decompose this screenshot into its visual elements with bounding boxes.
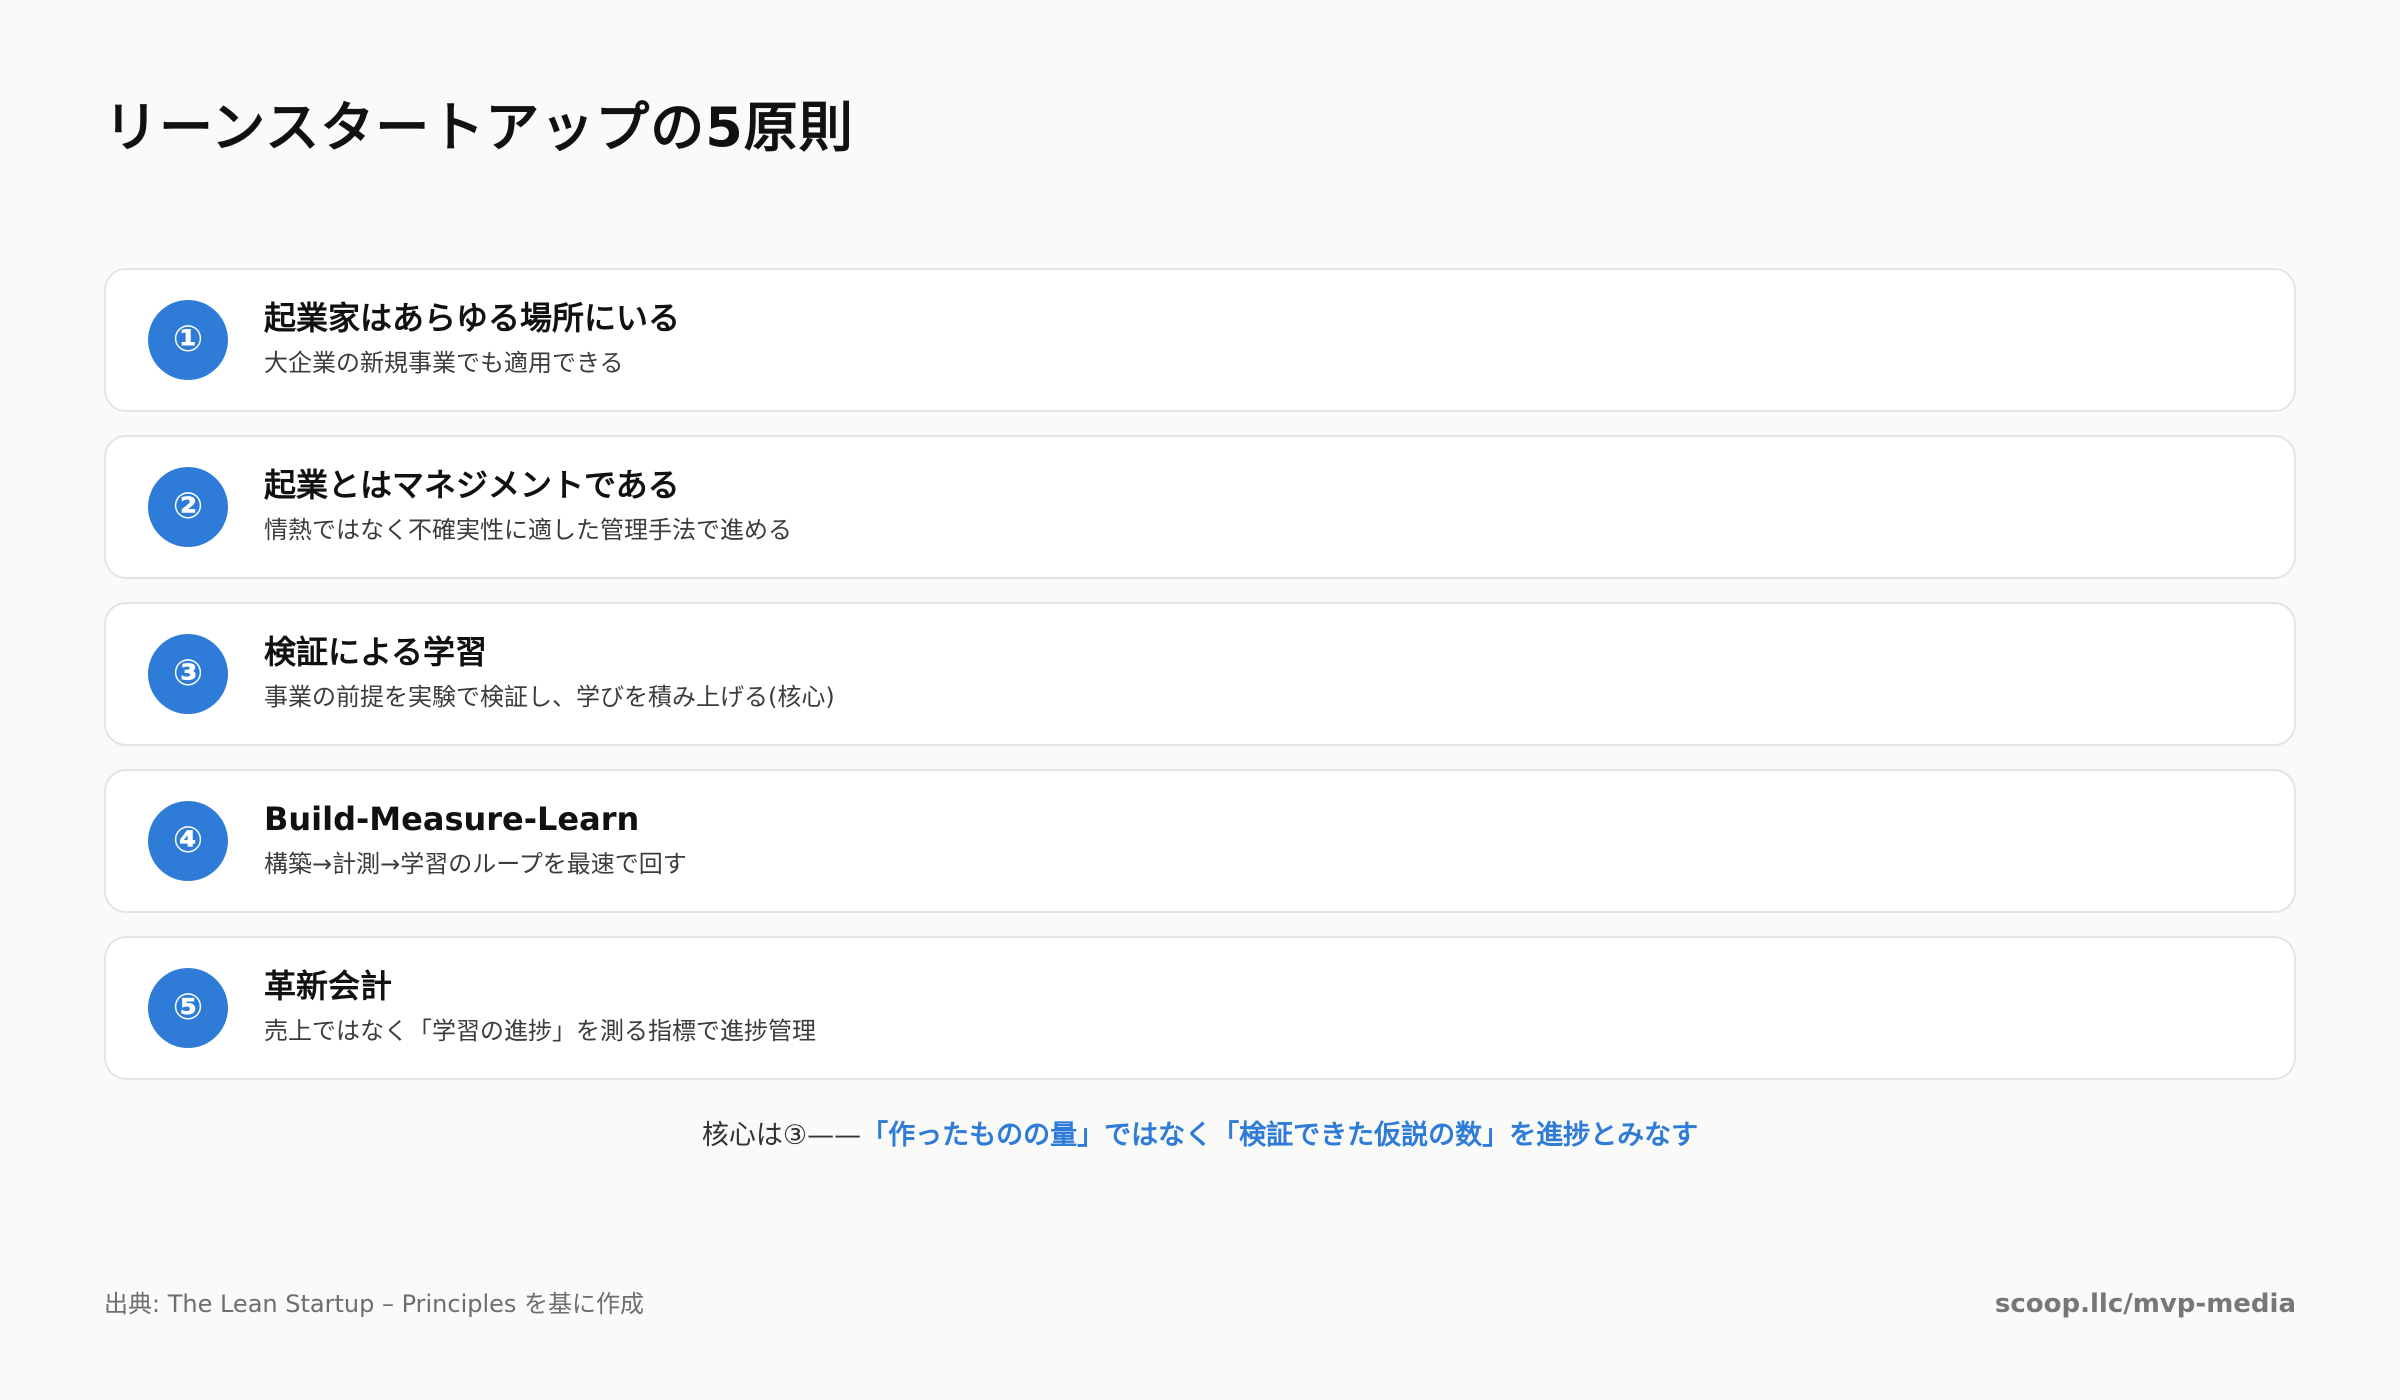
principle-number-badge: ④ — [148, 801, 228, 881]
principle-title: 検証による学習 — [264, 633, 488, 671]
principle-title: 起業家はあらゆる場所にいる — [264, 299, 681, 337]
summary-emphasis: 「作ったものの量」ではなく「検証できた仮説の数」を進捗とみなす — [861, 1120, 1699, 1151]
principle-number-badge: ① — [148, 300, 228, 380]
principle-card-1: ① 起業家はあらゆる場所にいる 大企業の新規事業でも適用できる — [104, 268, 2296, 412]
principle-card-2: ② 起業とはマネジメントである 情熱ではなく不確実性に適した管理手法で進める — [104, 435, 2296, 579]
principle-text: Build-Measure-Learn 構築→計測→学習のループを最速で回す — [264, 797, 2254, 883]
principle-description: 構築→計測→学習のループを最速で回す — [264, 850, 687, 878]
summary-note: 核心は③——「作ったものの量」ではなく「検証できた仮説の数」を進捗とみなす — [0, 1116, 2400, 1156]
principle-description: 売上ではなく「学習の進捗」を測る指標で進捗管理 — [264, 1017, 816, 1045]
principle-card-5: ⑤ 革新会計 売上ではなく「学習の進捗」を測る指標で進捗管理 — [104, 936, 2296, 1080]
source-citation: 出典: The Lean Startup – Principles を基に作成 — [104, 1290, 645, 1318]
principle-number-badge: ⑤ — [148, 968, 228, 1048]
summary-prefix: 核心は③—— — [701, 1120, 862, 1151]
footer-url: scoop.llc/mvp-media — [1994, 1289, 2296, 1319]
principle-title: Build-Measure-Learn — [264, 800, 640, 838]
principle-description: 情熱ではなく不確実性に適した管理手法で進める — [264, 516, 792, 544]
principle-text: 革新会計 売上ではなく「学習の進捗」を測る指標で進捗管理 — [264, 964, 2254, 1050]
page-title: リーンスタートアップの5原則 — [104, 96, 854, 159]
principle-text: 起業とはマネジメントである 情熱ではなく不確実性に適した管理手法で進める — [264, 463, 2254, 549]
principle-text: 検証による学習 事業の前提を実験で検証し、学びを積み上げる(核心) — [264, 630, 2254, 716]
principle-card-3: ③ 検証による学習 事業の前提を実験で検証し、学びを積み上げる(核心) — [104, 602, 2296, 746]
principle-number-badge: ③ — [148, 634, 228, 714]
principle-description: 事業の前提を実験で検証し、学びを積み上げる(核心) — [264, 683, 835, 711]
principles-list: ① 起業家はあらゆる場所にいる 大企業の新規事業でも適用できる ② 起業とはマネ… — [104, 268, 2296, 1103]
principle-description: 大企業の新規事業でも適用できる — [264, 349, 624, 377]
principle-text: 起業家はあらゆる場所にいる 大企業の新規事業でも適用できる — [264, 296, 2254, 382]
principle-title: 起業とはマネジメントである — [264, 466, 680, 504]
principle-number-badge: ② — [148, 467, 228, 547]
principle-card-4: ④ Build-Measure-Learn 構築→計測→学習のループを最速で回す — [104, 769, 2296, 913]
principle-title: 革新会計 — [264, 967, 393, 1005]
